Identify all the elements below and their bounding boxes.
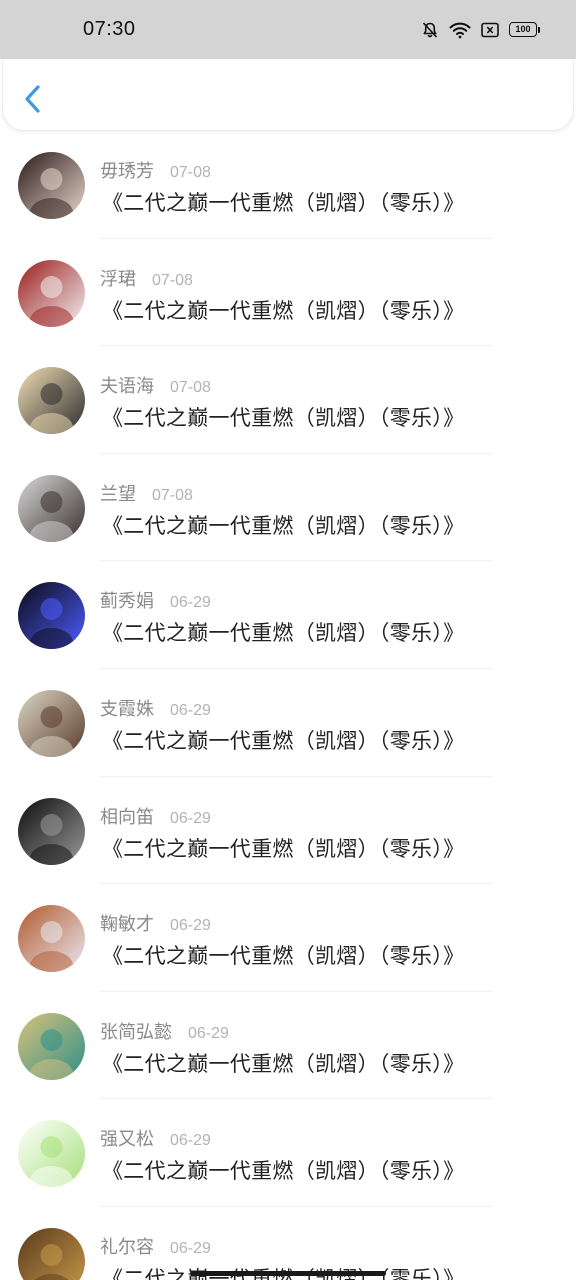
avatar[interactable] — [18, 1012, 85, 1080]
item-title[interactable]: 《二代之巅一代重燃（凯熠）（零乐）》 — [102, 1048, 464, 1078]
list-item[interactable]: 礼尔容06-29《二代之巅一代重燃（凯熠）（零乐）》 — [0, 1207, 576, 1280]
avatar[interactable] — [18, 689, 85, 757]
home-indicator[interactable] — [190, 1271, 386, 1276]
user-name: 礼尔容 — [100, 1236, 154, 1258]
item-title[interactable]: 《二代之巅一代重燃（凯熠）（零乐）》 — [102, 510, 464, 540]
item-meta: 浮珺 07-08 — [100, 265, 193, 291]
item-date: 06-29 — [170, 1132, 211, 1150]
user-name: 强又松 — [100, 1129, 154, 1151]
item-date: 06-29 — [170, 917, 211, 935]
item-date: 06-29 — [170, 594, 211, 612]
list-item[interactable]: 相向笛 06-29 《二代之巅一代重燃（凯熠）（零乐）》 — [0, 777, 576, 885]
item-meta: 张简弘懿 06-29 — [100, 1018, 229, 1044]
status-time: 07:30 — [83, 18, 136, 40]
avatar[interactable] — [18, 1227, 85, 1280]
wifi-icon — [449, 21, 471, 39]
list-item[interactable]: 兰望 07-08 《二代之巅一代重燃（凯熠）（零乐）》 — [0, 454, 576, 562]
item-meta: 毋琇芳 07-08 — [100, 157, 211, 183]
user-name: 张简弘懿 — [100, 1021, 172, 1043]
list-item[interactable]: 强又松 06-29 《二代之巅一代重燃（凯熠）（零乐）》 — [0, 1099, 576, 1207]
item-meta: 蓟秀娟 06-29 — [100, 587, 211, 613]
item-date: 07-08 — [152, 486, 193, 504]
back-button[interactable] — [17, 81, 49, 117]
list-item[interactable]: 鞠敏才 06-29 《二代之巅一代重燃（凯熠）（零乐）》 — [0, 884, 576, 992]
user-name: 相向笛 — [100, 806, 154, 828]
item-meta: 兰望 07-08 — [100, 480, 193, 506]
item-meta: 强又松 06-29 — [100, 1125, 211, 1151]
item-meta: 礼尔容 06-29 — [100, 1233, 211, 1259]
list-item[interactable]: 蓟秀娟 06-29 《二代之巅一代重燃（凯熠）（零乐）》 — [0, 561, 576, 669]
avatar[interactable] — [18, 367, 85, 435]
item-meta: 支霞姝 06-29 — [100, 695, 211, 721]
item-title[interactable]: 《二代之巅一代重燃（凯熠）（零乐）》 — [102, 617, 464, 647]
avatar[interactable] — [18, 1120, 85, 1188]
user-name: 夫语海 — [100, 376, 154, 398]
list-item[interactable]: 张简弘懿 06-29 《二代之巅一代重燃（凯熠）（零乐）》 — [0, 992, 576, 1100]
user-name: 鞠敏才 — [100, 914, 154, 936]
item-title[interactable]: 《二代之巅一代重燃（凯熠）（零乐）》 — [102, 833, 464, 863]
list-item[interactable]: 夫语海 07-08 《二代之巅一代重燃（凯熠）（零乐）》 — [0, 346, 576, 454]
user-name: 蓟秀娟 — [100, 591, 154, 613]
item-date: 06-29 — [170, 1239, 211, 1257]
item-meta: 夫语海 07-08 — [100, 372, 211, 398]
avatar[interactable] — [18, 259, 85, 327]
item-date: 06-29 — [170, 809, 211, 827]
battery-level: 100 — [509, 22, 537, 37]
user-name: 支霞姝 — [100, 698, 154, 720]
list-item[interactable]: 毋琇芳 07-08 《二代之巅一代重燃（凯熠）（零乐）》 — [0, 131, 576, 239]
status-icons: 100 — [421, 21, 540, 39]
item-date: 06-29 — [188, 1024, 229, 1042]
item-title[interactable]: 《二代之巅一代重燃（凯熠）（零乐）》 — [102, 725, 464, 755]
item-title[interactable]: 《二代之巅一代重燃（凯熠）（零乐）》 — [102, 295, 464, 325]
chevron-left-icon — [25, 85, 40, 113]
comment-list: 毋琇芳 07-08 《二代之巅一代重燃（凯熠）（零乐）》 浮珺 07-08 《二代之巅一代… — [0, 131, 576, 1280]
battery-icon: 100 — [509, 22, 540, 37]
item-title[interactable]: 《二代之巅一代重燃（凯熠）（零乐）》 — [102, 187, 464, 217]
sim-off-icon — [481, 22, 499, 38]
item-meta: 相向笛 06-29 — [100, 803, 211, 829]
avatar[interactable] — [18, 905, 85, 973]
avatar[interactable] — [18, 474, 85, 542]
item-date: 07-08 — [170, 164, 211, 181]
item-date: 06-29 — [170, 701, 211, 719]
header-bar — [2, 59, 574, 131]
list-item[interactable]: 浮珺 07-08 《二代之巅一代重燃（凯熠）（零乐）》 — [0, 239, 576, 347]
item-date: 07-08 — [152, 271, 193, 289]
avatar[interactable] — [18, 582, 85, 650]
item-date: 07-08 — [170, 379, 211, 397]
user-name: 兰望 — [100, 483, 136, 505]
bell-muted-icon — [421, 21, 439, 39]
user-name: 毋琇芳 — [100, 161, 154, 182]
status-bar: 07:30 100 — [0, 0, 576, 59]
item-title[interactable]: 《二代之巅一代重燃（凯熠）（零乐）》 — [102, 940, 464, 970]
item-title[interactable]: 《二代之巅一代重燃（凯熠）（零乐）》 — [102, 1155, 464, 1185]
item-meta: 鞠敏才 06-29 — [100, 910, 211, 936]
list-item[interactable]: 支霞姝 06-29 《二代之巅一代重燃（凯熠）（零乐）》 — [0, 669, 576, 777]
item-title[interactable]: 《二代之巅一代重燃（凯熠）（零乐）》 — [102, 402, 464, 432]
avatar[interactable] — [18, 797, 85, 865]
avatar[interactable] — [18, 152, 85, 219]
user-name: 浮珺 — [100, 268, 136, 290]
